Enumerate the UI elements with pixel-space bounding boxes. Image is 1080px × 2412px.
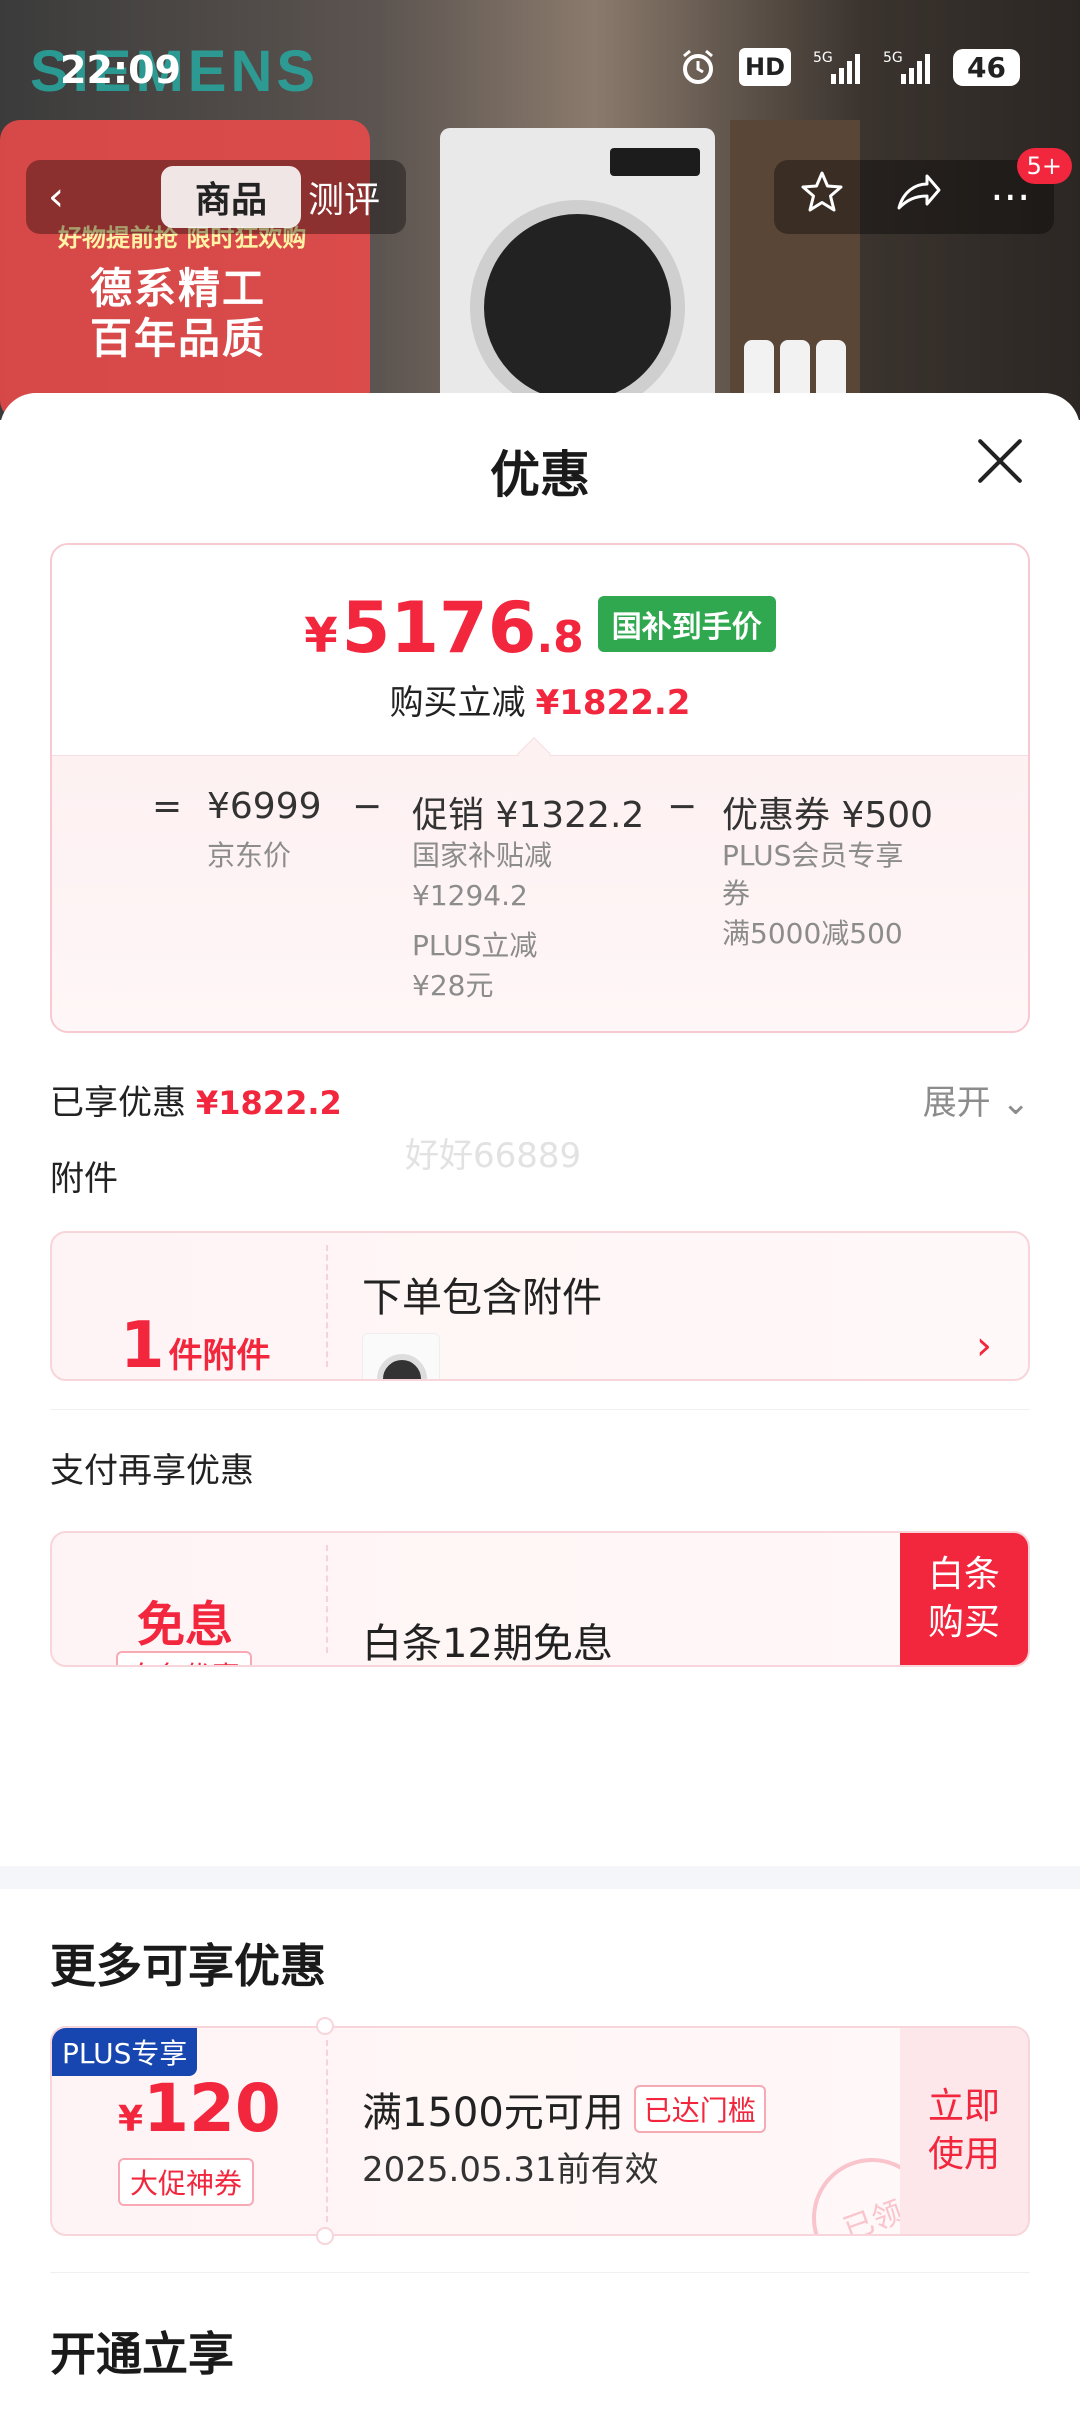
coupon-condition: 满1500元可用 已达门槛 [362, 2080, 766, 2138]
instant-discount-label: 购买立减 [389, 683, 526, 723]
top-nav: ‹ 商品 测评 ··· 5+ [26, 148, 1072, 234]
minus-sign: − [667, 786, 698, 827]
coupon-validity: 2025.05.31前有效 [362, 2150, 659, 2190]
plus-coupon-card: PLUS专享 ¥120 大促神券 满1500元可用 已达门槛 2025.05.31… [50, 2026, 1030, 2236]
price-integer: 5176 [341, 587, 537, 669]
message-badge: 5+ [1016, 148, 1072, 184]
chevron-right-icon: › [976, 1323, 992, 1369]
interest-free-label: 免息 [137, 1597, 234, 1653]
coupon-amount: ¥120 [118, 2070, 281, 2147]
coupon-detail-1: PLUS会员专享 [722, 839, 904, 872]
price-card: ¥ 5176 .8 国补到手价 购买立减 ¥1822.2 = ¥6999 京东价 … [50, 543, 1030, 1033]
enjoyed-discount: 已享优惠 ¥1822.2 [50, 1075, 342, 1124]
jd-price-label: 京东价 [207, 839, 292, 872]
more-discounts-title: 更多可享优惠 [50, 1939, 326, 1993]
promo-detail-4: ¥28元 [412, 969, 494, 1002]
equals-sign: = [152, 786, 183, 827]
accessory-thumbnail [362, 1333, 440, 1379]
minus-sign: − [352, 786, 383, 827]
status-time: 22:09 [60, 48, 181, 92]
tab-review[interactable]: 测评 [308, 166, 380, 228]
enjoyed-amount: ¥1822.2 [196, 1084, 342, 1122]
sheet-title: 优惠 [490, 446, 590, 504]
coupon-type-tag: 大促神券 [118, 2158, 255, 2206]
accessories-title: 下单包含附件 [362, 1275, 602, 1321]
price-decimal: .8 [536, 612, 584, 663]
coupon-total: 优惠券 ¥500 [722, 795, 934, 836]
tab-product[interactable]: 商品 [161, 166, 301, 228]
divider-line [50, 1409, 1030, 1410]
use-now-button[interactable]: 立即使用 [900, 2028, 1028, 2234]
price-breakdown: = ¥6999 京东价 − 促销 ¥1322.2 国家补贴减 ¥1294.2 P… [52, 755, 1028, 1031]
coupon-condition-text: 满1500元可用 [362, 2090, 624, 2136]
section-separator [0, 1866, 1080, 1888]
enjoyed-label: 已享优惠 [50, 1083, 186, 1123]
currency-symbol: ¥ [304, 608, 338, 664]
installment-desc: 白条12期免息 [362, 1621, 613, 1667]
payment-card: 免息 白条优惠 白条12期免息 白条购买 [50, 1531, 1030, 1667]
promo-detail-3: PLUS立减 [412, 929, 538, 962]
nav-actions: ··· [774, 160, 1054, 234]
coupon-detail-3: 满5000减500 [722, 917, 903, 950]
5g-signal-icon: 5G [883, 48, 931, 86]
chevron-down-icon: ⌄ [1001, 1083, 1031, 1123]
coupon-notch-top [316, 2017, 334, 2035]
plus-badge: PLUS专享 [52, 2028, 198, 2076]
hd-icon: HD [739, 48, 792, 86]
accessory-count-number: 1 [120, 1309, 165, 1381]
card-divider [326, 2040, 328, 2222]
accessories-label: 附件 [50, 1159, 118, 1199]
status-bar: 22:09 HD 5G 5G 46 [0, 0, 1080, 140]
final-price: ¥ 5176 .8 国补到手价 [52, 587, 1028, 669]
instant-discount: 购买立减 ¥1822.2 [52, 675, 1028, 724]
promo-total: 促销 ¥1322.2 [412, 795, 645, 836]
share-icon[interactable] [893, 168, 943, 226]
card-divider [326, 1245, 328, 1367]
svg-text:5G: 5G [813, 50, 833, 66]
5g-signal-icon: 5G [813, 48, 861, 86]
threshold-reached-tag: 已达门槛 [633, 2085, 766, 2133]
baitiao-tag: 白条优惠 [116, 1651, 253, 1665]
promo-line-2: 百年品质 [90, 314, 267, 363]
open-benefits-title: 开通立享 [50, 2327, 234, 2381]
promo-detail-2: ¥1294.2 [412, 879, 528, 912]
baitiao-buy-button[interactable]: 白条购买 [900, 1533, 1028, 1665]
coupon-detail-2: 券 [722, 877, 751, 910]
coupon-currency: ¥ [118, 2099, 144, 2140]
star-icon[interactable] [798, 168, 846, 226]
payment-label: 支付再享优惠 [50, 1451, 254, 1491]
divider-line [50, 2272, 1030, 2273]
card-divider [326, 1545, 328, 1653]
svg-text:5G: 5G [883, 50, 903, 66]
instant-discount-amount: ¥1822.2 [535, 683, 691, 723]
subsidy-price-tag: 国补到手价 [597, 596, 776, 652]
accessory-count: 1 件附件 [120, 1309, 271, 1381]
alarm-icon [679, 48, 717, 86]
jd-price: ¥6999 [207, 786, 322, 827]
back-icon[interactable]: ‹ [48, 174, 64, 220]
expand-label: 展开 [922, 1083, 991, 1123]
coupon-value: 120 [143, 2070, 281, 2147]
battery-indicator: 46 [953, 48, 1020, 86]
accessories-card[interactable]: 1 件附件 下单包含附件 › [50, 1231, 1030, 1381]
expand-button[interactable]: 展开 ⌄ [923, 1075, 1030, 1124]
accessory-count-unit: 件附件 [168, 1336, 271, 1376]
promo-detail-1: 国家补贴减 [412, 839, 553, 872]
nav-tabs-container: ‹ 商品 测评 [26, 160, 406, 234]
close-icon[interactable] [970, 431, 1030, 491]
coupon-notch-bottom [316, 2227, 334, 2245]
watermark: 好好66889 [405, 1136, 582, 1176]
